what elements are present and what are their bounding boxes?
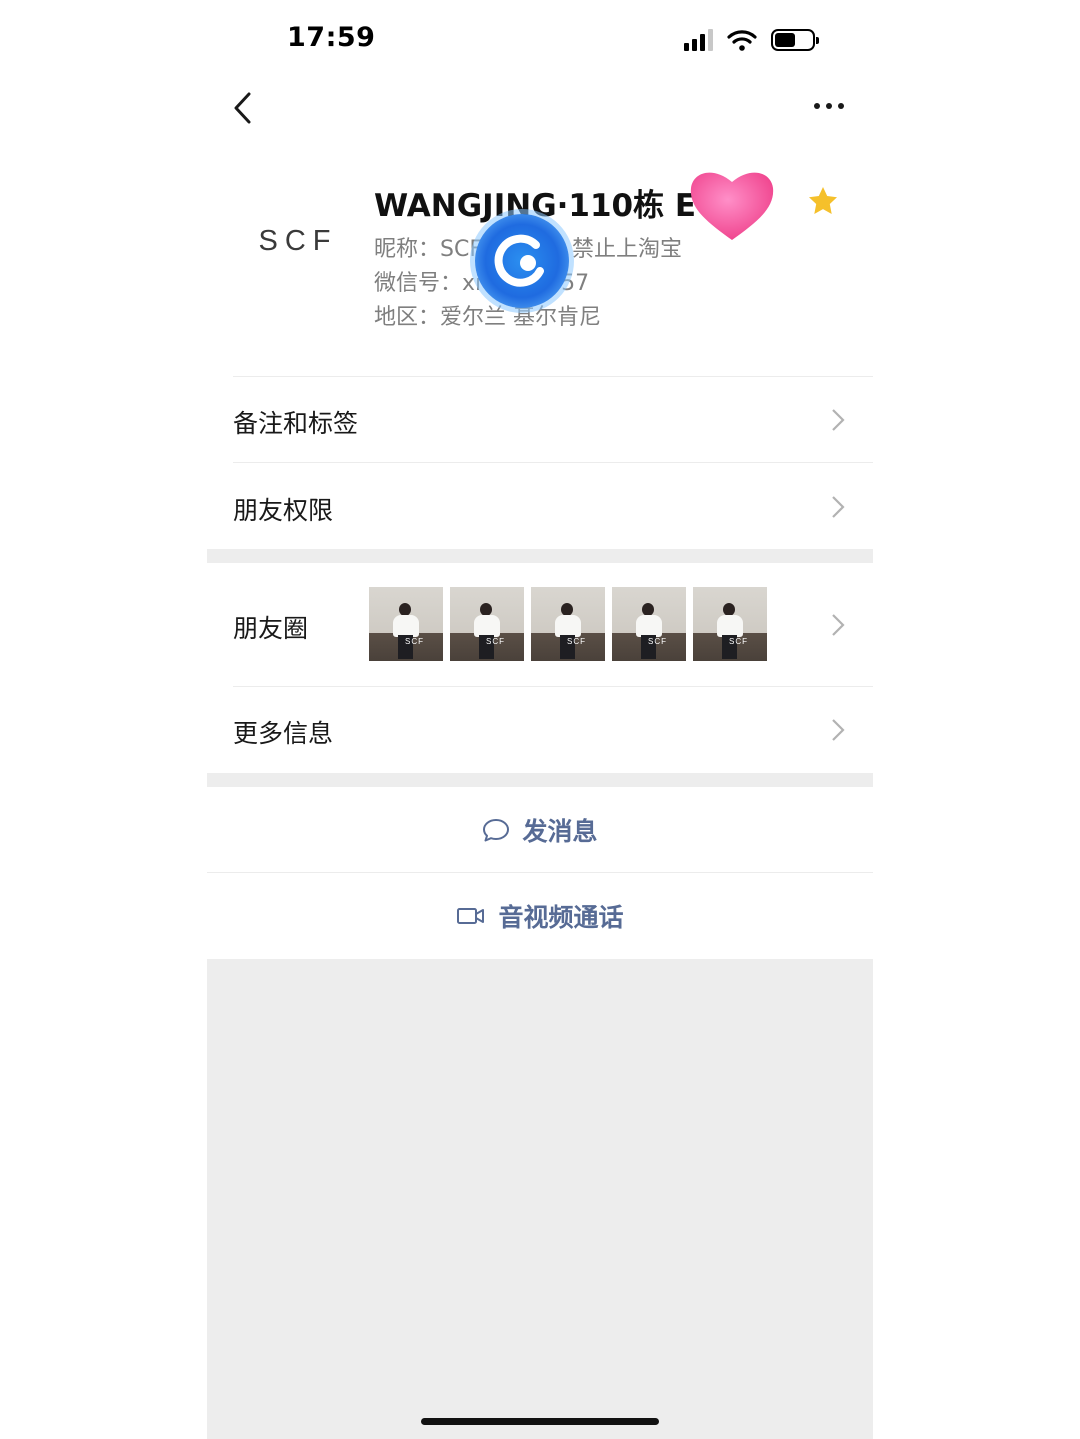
chat-bubble-icon (483, 818, 510, 841)
star-icon (809, 187, 837, 214)
friend-permissions-label: 朋友权限 (233, 496, 334, 525)
moments-thumbnail[interactable]: SCF (531, 587, 605, 661)
moments-thumbnail[interactable]: SCF (369, 587, 443, 661)
back-icon[interactable] (227, 90, 261, 126)
send-message-label: 发消息 (522, 816, 598, 846)
nickname: 昵称：SCF (374, 237, 482, 262)
video-camera-icon (457, 908, 485, 924)
chevron-right-icon (832, 496, 845, 518)
chevron-right-icon (832, 409, 845, 431)
notes-tags-row[interactable]: 备注和标签 (207, 377, 873, 462)
chevron-right-icon (832, 614, 845, 636)
region: 地区：爱尔兰 基尔肯尼 (374, 305, 601, 330)
section-gap (207, 773, 873, 787)
more-icon[interactable] (812, 96, 846, 116)
contact-profile-screen: SCF WANGJING·110栋 E 昵称：SCF 禁止上淘宝 微信号：xi 57… (207, 0, 873, 1439)
more-info-label: 更多信息 (233, 719, 334, 748)
chevron-right-icon (832, 719, 845, 741)
home-indicator[interactable] (421, 1418, 659, 1425)
moments-thumbnails[interactable]: SCF SCF SCF SCF SCF (369, 587, 767, 661)
nickname-suffix: 禁止上淘宝 (571, 237, 682, 262)
section-gap (207, 549, 873, 563)
moments-label: 朋友圈 (233, 614, 309, 643)
wechat-id: 微信号：xi (374, 271, 482, 296)
more-info-row[interactable]: 更多信息 (207, 687, 873, 773)
avatar[interactable]: SCF (233, 196, 363, 286)
heart-sticker-icon (690, 172, 774, 240)
moments-thumbnail[interactable]: SCF (693, 587, 767, 661)
moments-thumbnail[interactable]: SCF (450, 587, 524, 661)
app-watermark-icon (475, 214, 569, 308)
av-call-label: 音视频通话 (498, 903, 624, 932)
friend-permissions-row[interactable]: 朋友权限 (207, 463, 873, 549)
av-call-button[interactable]: 音视频通话 (207, 873, 873, 959)
notes-tags-label: 备注和标签 (233, 409, 359, 438)
empty-area (207, 959, 873, 1439)
send-message-button[interactable]: 发消息 (207, 787, 873, 872)
moments-thumbnail[interactable]: SCF (612, 587, 686, 661)
